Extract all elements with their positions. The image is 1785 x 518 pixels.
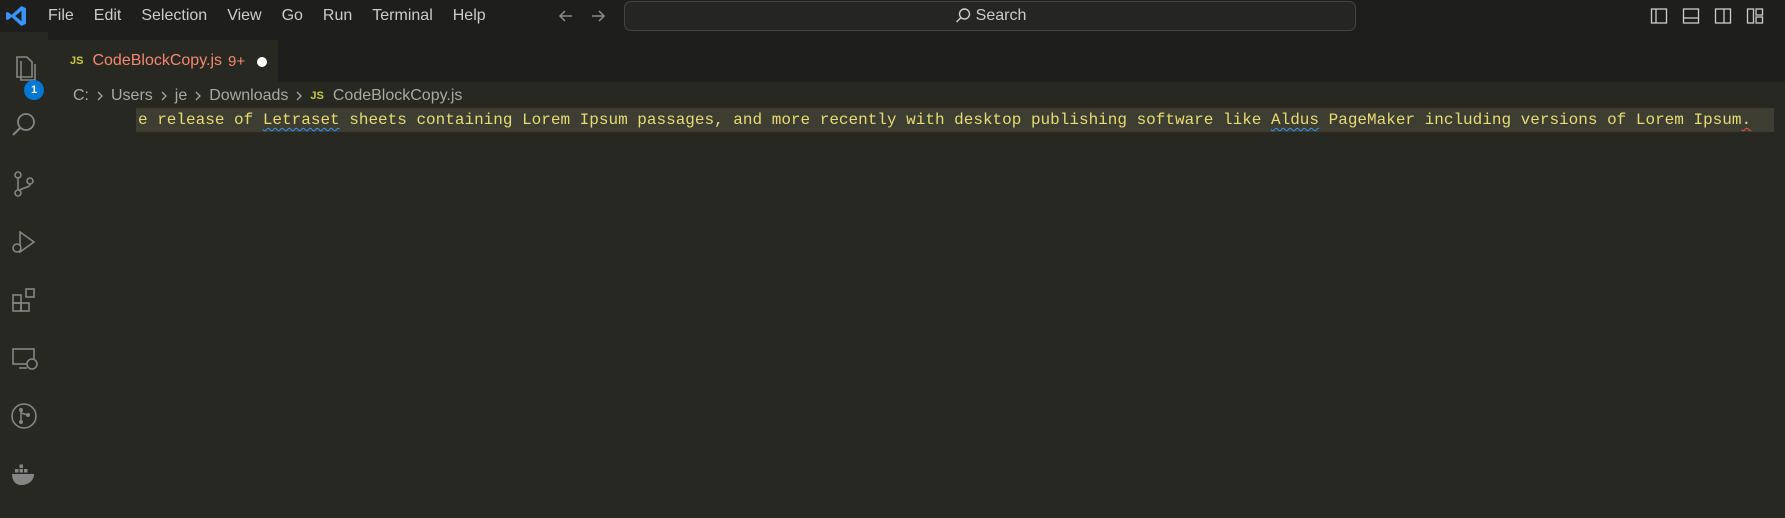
breadcrumb-downloads[interactable]: Downloads [209,87,288,105]
vscode-logo-icon[interactable] [4,4,28,28]
git-graph-button[interactable] [0,392,48,440]
command-center-search[interactable]: Search [624,1,1356,31]
breadcrumb-je[interactable]: je [175,87,187,105]
toggle-panel-button[interactable] [1679,4,1703,28]
unsaved-indicator-icon[interactable] [257,57,267,67]
layout-controls [1647,4,1767,28]
customize-layout-button[interactable] [1743,4,1767,28]
menu-view[interactable]: View [217,0,271,32]
explorer-button[interactable]: 1 [0,44,48,100]
docker-icon [12,464,34,485]
javascript-file-icon: JS [70,55,84,67]
back-button[interactable] [554,4,578,28]
breadcrumb-drive[interactable]: C: [73,87,89,105]
editor-tab-codeblockcopy[interactable]: JS CodeBlockCopy.js 9+ [48,40,278,82]
code-segment: sheets containing Lorem Ipsum passages, … [339,111,1271,129]
arrow-left-icon [558,10,572,22]
remote-explorer-button[interactable] [0,334,48,382]
run-debug-icon [12,230,36,254]
menu-terminal[interactable]: Terminal [362,0,442,32]
javascript-file-icon: JS [310,90,324,102]
source-control-button[interactable] [0,160,48,208]
tab-problem-count: 9+ [228,52,246,70]
breadcrumb-file[interactable]: CodeBlockCopy.js [333,87,463,105]
extensions-icon [12,288,35,312]
remote-explorer-icon [12,348,38,370]
code-segment: PageMaker including versions of Lorem Ip… [1319,111,1742,129]
code-segment-error: . [1741,111,1752,129]
menu-selection[interactable]: Selection [131,0,217,32]
code-segment-warning: Aldus [1271,111,1320,129]
toggle-primary-sidebar-button[interactable] [1647,4,1671,28]
menu-help[interactable]: Help [443,0,496,32]
chevron-right-icon [193,89,203,103]
breadcrumb-users[interactable]: Users [111,87,153,105]
code-line[interactable]: e release of Letraset sheets containing … [138,110,1751,130]
breadcrumb: C: Users je Downloads JS CodeBlockCopy.j… [73,84,462,108]
toggle-secondary-sidebar-button[interactable] [1711,4,1735,28]
activity-bar: 1 [0,32,48,518]
menu-edit[interactable]: Edit [84,0,132,32]
chevron-right-icon [294,89,304,103]
menu-run[interactable]: Run [313,0,362,32]
code-segment: e release of [138,111,263,129]
search-label: Search [975,7,1027,24]
source-control-icon [14,171,34,197]
navigation-arrows [554,4,610,28]
customize-layout-icon [1746,8,1764,24]
title-bar: File Edit Selection View Go Run Terminal… [0,0,1785,32]
extensions-button[interactable] [0,276,48,324]
search-icon [12,113,35,136]
search-icon [955,8,970,23]
menu-go[interactable]: Go [272,0,313,32]
arrow-right-icon [592,10,606,22]
code-editor[interactable]: 1 e release of Letraset sheets containin… [48,108,1785,518]
tab-file-name: CodeBlockCopy.js [92,52,223,69]
layout-sidebar-left-icon [1650,8,1668,24]
explorer-badge: 1 [24,80,44,100]
layout-panel-icon [1682,8,1700,24]
docker-button[interactable] [0,450,48,498]
code-segment-warning: Letraset [262,111,340,129]
menu-bar: File Edit Selection View Go Run Terminal… [38,0,496,32]
layout-sidebar-right-icon [1714,8,1732,24]
chevron-right-icon [159,89,169,103]
editor-tab-bar: JS CodeBlockCopy.js 9+ [48,32,1785,82]
run-and-debug-button[interactable] [0,218,48,266]
chevron-right-icon [95,89,105,103]
git-graph-icon [11,403,37,429]
search-view-button[interactable] [0,102,48,150]
menu-file[interactable]: File [38,0,84,32]
forward-button[interactable] [586,4,610,28]
